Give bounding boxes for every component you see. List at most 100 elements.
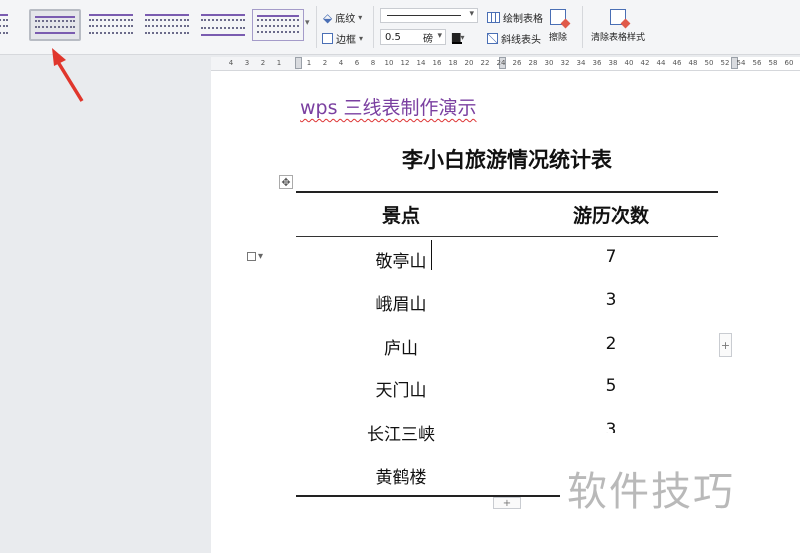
table-cell[interactable]: 5 [511,376,711,396]
table-move-handle[interactable]: ✥ [279,175,293,189]
ruler-indent-marker[interactable] [295,57,302,69]
ruler-tick-label: 24 [496,59,506,67]
shading-label: 底纹 [335,14,356,25]
line-width-value: 0.5 [385,31,401,43]
table-cell[interactable]: 长江三峡 [301,420,501,445]
table-cell[interactable]: 黄鹤楼 [301,463,501,488]
ruler-tick-label: 44 [656,59,666,67]
draw-table-label: 绘制表格 [503,14,543,25]
table-cell[interactable]: 2 [511,334,711,354]
horizontal-ruler[interactable]: 4 3 2 1 1 2 4 6 8 10 12 14 16 18 20 22 24 26 28 30 32 34 36 38 4… [211,57,800,71]
ruler-tick-label: 18 [448,59,458,67]
ruler-tick-label: 30 [544,59,554,67]
add-row-button[interactable]: + [493,497,521,509]
move-icon: ✥ [281,175,291,189]
shading-button[interactable]: ⬙ 底纹 ▾ [323,10,363,26]
clear-style-label: 清除表格样式 [591,33,646,43]
ruler-tick-label: 4 [338,59,344,67]
ruler-tick-label: 2 [260,59,266,67]
pen-color-button[interactable]: ▆▾ [452,30,465,44]
table-header-rule [296,236,718,237]
text-cursor [431,240,432,270]
ruler-tick-label: 6 [354,59,360,67]
table-cell[interactable]: 3 [511,420,711,433]
border-button[interactable]: 边框 ▾ [322,31,363,46]
pen-color-bar [452,42,462,44]
ruler-tick-label: 34 [576,59,586,67]
row-handle-icon [247,252,256,261]
table-cell[interactable]: 峨眉山 [301,290,501,315]
clear-style-icon [610,9,626,25]
line-width-unit: 磅 [423,33,433,45]
border-icon [322,33,333,44]
clear-table-style-button[interactable]: 清除表格样式 [591,9,645,43]
ruler-tick-label: 52 [720,59,730,67]
ruler-tick-label: 12 [400,59,410,67]
style-gallery-more-icon[interactable]: ▾ [305,18,310,28]
table-header-cell[interactable]: 游历次数 [511,201,711,228]
ribbon-divider [582,6,583,48]
diagonal-header-icon [487,33,498,44]
ruler-tick-label: 3 [244,59,250,67]
chevron-down-icon: ▾ [469,9,474,19]
table-style-ribbon: ▾ ⬙ 底纹 ▾ 边框 ▾ ▾ 0.5 磅 ▾ ▆▾ 绘制表格 斜线表头 擦除 … [0,0,800,55]
ruler-tick-label: 1 [276,59,282,67]
ruler-tick-label: 42 [640,59,650,67]
chevron-down-icon: ▾ [437,31,442,41]
chevron-down-icon: ▾ [358,13,363,22]
add-column-button[interactable]: + [719,333,732,357]
ruler-tick-label: 48 [688,59,698,67]
ruler-tick-label: 14 [416,59,426,67]
table-top-rule [296,191,718,193]
ruler-tick-label: 56 [752,59,762,67]
plus-icon: + [720,338,731,352]
table-cell[interactable]: 庐山 [301,334,501,359]
ruler-tick-label: 54 [736,59,746,67]
ribbon-divider [316,6,317,48]
diagonal-header-button[interactable]: 斜线表头 [487,31,541,46]
shading-icon: ⬙ [323,10,333,25]
ruler-tick-label: 58 [768,59,778,67]
ruler-tick-label: 40 [624,59,634,67]
annotation-arrow [52,48,84,102]
table-header-cell[interactable]: 景点 [301,201,501,228]
chevron-down-icon: ▾ [460,33,465,42]
ruler-tick-label: 26 [512,59,522,67]
line-style-select[interactable]: ▾ [380,8,478,23]
ruler-tick-label: 28 [528,59,538,67]
table-style-swatch-4[interactable] [197,9,249,41]
table-cell[interactable]: 天门山 [301,376,501,401]
line-style-preview [387,15,461,16]
row-menu-button[interactable]: ▾ [247,251,263,262]
table-cell[interactable]: 敬亭山 [301,247,501,272]
ruler-tick-label: 50 [704,59,714,67]
ruler-tick-label: 1 [306,59,312,67]
table-cell[interactable]: 7 [511,247,711,267]
chevron-down-icon: ▾ [258,251,264,262]
ribbon-divider [373,6,374,48]
table-style-swatch-3[interactable] [141,9,193,41]
table-style-swatch-5[interactable] [252,9,304,41]
ruler-tick-label: 32 [560,59,570,67]
ruler-tick-label: 10 [384,59,394,67]
eraser-icon [550,9,566,25]
erase-label: 擦除 [549,33,568,43]
border-label: 边框 [336,35,356,46]
ruler-tick-label: 46 [672,59,682,67]
ruler-tick-label: 38 [608,59,618,67]
line-width-select[interactable]: 0.5 磅 ▾ [380,29,446,45]
document-page[interactable]: wps 三线表制作演示 李小白旅游情况统计表 ✥ 景点 游历次数 敬亭山 7 峨… [211,71,800,553]
ruler-tick-label: 16 [432,59,442,67]
ruler-tick-label: 8 [370,59,376,67]
plus-icon: + [502,497,512,509]
watermark: 软件技巧 [567,469,735,515]
erase-button[interactable]: 擦除 [549,9,567,43]
ruler-tick-label: 20 [464,59,474,67]
document-title: wps 三线表制作演示 [300,97,477,119]
ruler-tick-label: 60 [784,59,794,67]
table-title: 李小白旅游情况统计表 [402,148,612,172]
diagonal-header-label: 斜线表头 [501,35,541,46]
draw-table-button[interactable]: 绘制表格 [487,10,543,25]
table-cell[interactable]: 3 [511,290,711,310]
ruler-tick-label: 36 [592,59,602,67]
